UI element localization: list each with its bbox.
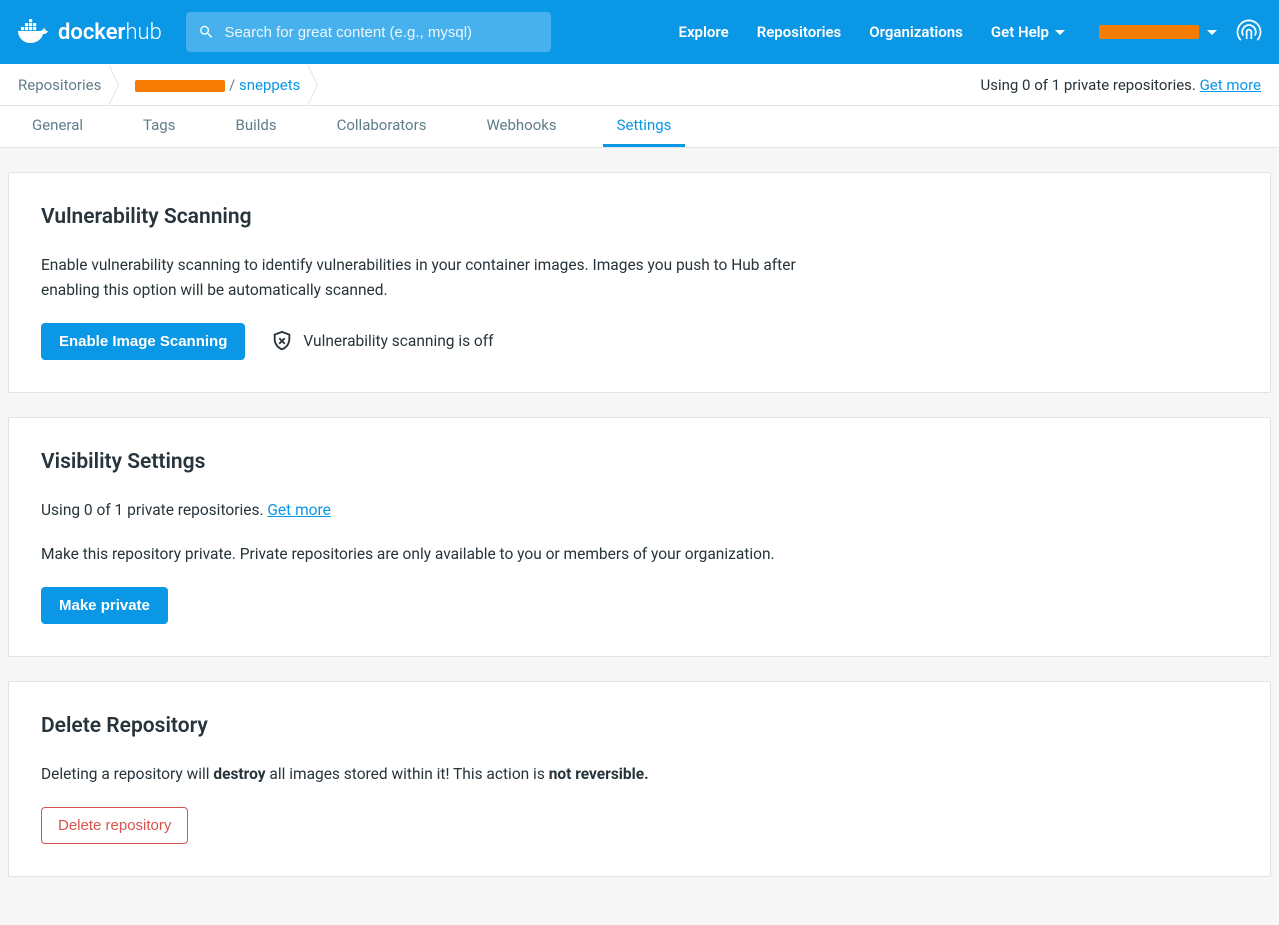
breadcrumb-bar: Repositories / sneppets Using 0 of 1 pri… xyxy=(0,64,1279,106)
private-repo-usage: Using 0 of 1 private repositories. Get m… xyxy=(981,76,1261,94)
user-menu[interactable] xyxy=(1099,18,1263,46)
tab-tags[interactable]: Tags xyxy=(129,106,189,147)
scanning-status: Vulnerability scanning is off xyxy=(271,330,493,352)
tab-builds[interactable]: Builds xyxy=(221,106,290,147)
tab-webhooks[interactable]: Webhooks xyxy=(472,106,570,147)
search-box[interactable] xyxy=(186,12,551,52)
breadcrumb-owner[interactable]: / sneppets xyxy=(125,76,324,94)
card-description: Deleting a repository will destroy all i… xyxy=(41,762,841,787)
delete-repository-button[interactable]: Delete repository xyxy=(41,807,188,844)
visibility-usage: Using 0 of 1 private repositories. Get m… xyxy=(41,498,841,523)
card-description: Enable vulnerability scanning to identif… xyxy=(41,253,841,303)
tab-collaborators[interactable]: Collaborators xyxy=(323,106,441,147)
nav-explore[interactable]: Explore xyxy=(679,23,729,41)
whale-icon xyxy=(16,19,50,45)
get-more-link[interactable]: Get more xyxy=(1200,76,1261,94)
owner-redacted xyxy=(135,80,225,92)
search-icon xyxy=(198,23,215,41)
tab-general[interactable]: General xyxy=(18,106,97,147)
settings-content: Vulnerability Scanning Enable vulnerabil… xyxy=(0,148,1279,925)
vulnerability-scanning-card: Vulnerability Scanning Enable vulnerabil… xyxy=(8,172,1271,393)
nav-get-help[interactable]: Get Help xyxy=(991,23,1065,41)
username-redacted xyxy=(1099,25,1199,39)
shield-off-icon xyxy=(271,330,293,352)
breadcrumb-root[interactable]: Repositories xyxy=(18,76,125,94)
breadcrumb-repo: sneppets xyxy=(239,76,300,94)
enable-scanning-button[interactable]: Enable Image Scanning xyxy=(41,323,245,360)
search-input[interactable] xyxy=(224,24,538,41)
card-title: Visibility Settings xyxy=(41,450,1238,474)
card-title: Delete Repository xyxy=(41,714,1238,738)
chevron-down-icon xyxy=(1207,30,1217,35)
card-title: Vulnerability Scanning xyxy=(41,205,1238,229)
delete-repository-card: Delete Repository Deleting a repository … xyxy=(8,681,1271,877)
repo-tabs: General Tags Builds Collaborators Webhoo… xyxy=(0,106,1279,148)
tab-settings[interactable]: Settings xyxy=(603,106,686,147)
make-private-button[interactable]: Make private xyxy=(41,587,168,624)
docker-logo[interactable]: dockerhub xyxy=(16,19,162,45)
nav-repositories[interactable]: Repositories xyxy=(757,23,842,41)
chevron-down-icon xyxy=(1055,30,1065,35)
top-navbar: dockerhub Explore Repositories Organizat… xyxy=(0,0,1279,64)
get-more-link[interactable]: Get more xyxy=(267,501,330,519)
card-description: Make this repository private. Private re… xyxy=(41,542,841,567)
fingerprint-icon[interactable] xyxy=(1235,18,1263,46)
visibility-settings-card: Visibility Settings Using 0 of 1 private… xyxy=(8,417,1271,658)
nav-organizations[interactable]: Organizations xyxy=(869,23,963,41)
